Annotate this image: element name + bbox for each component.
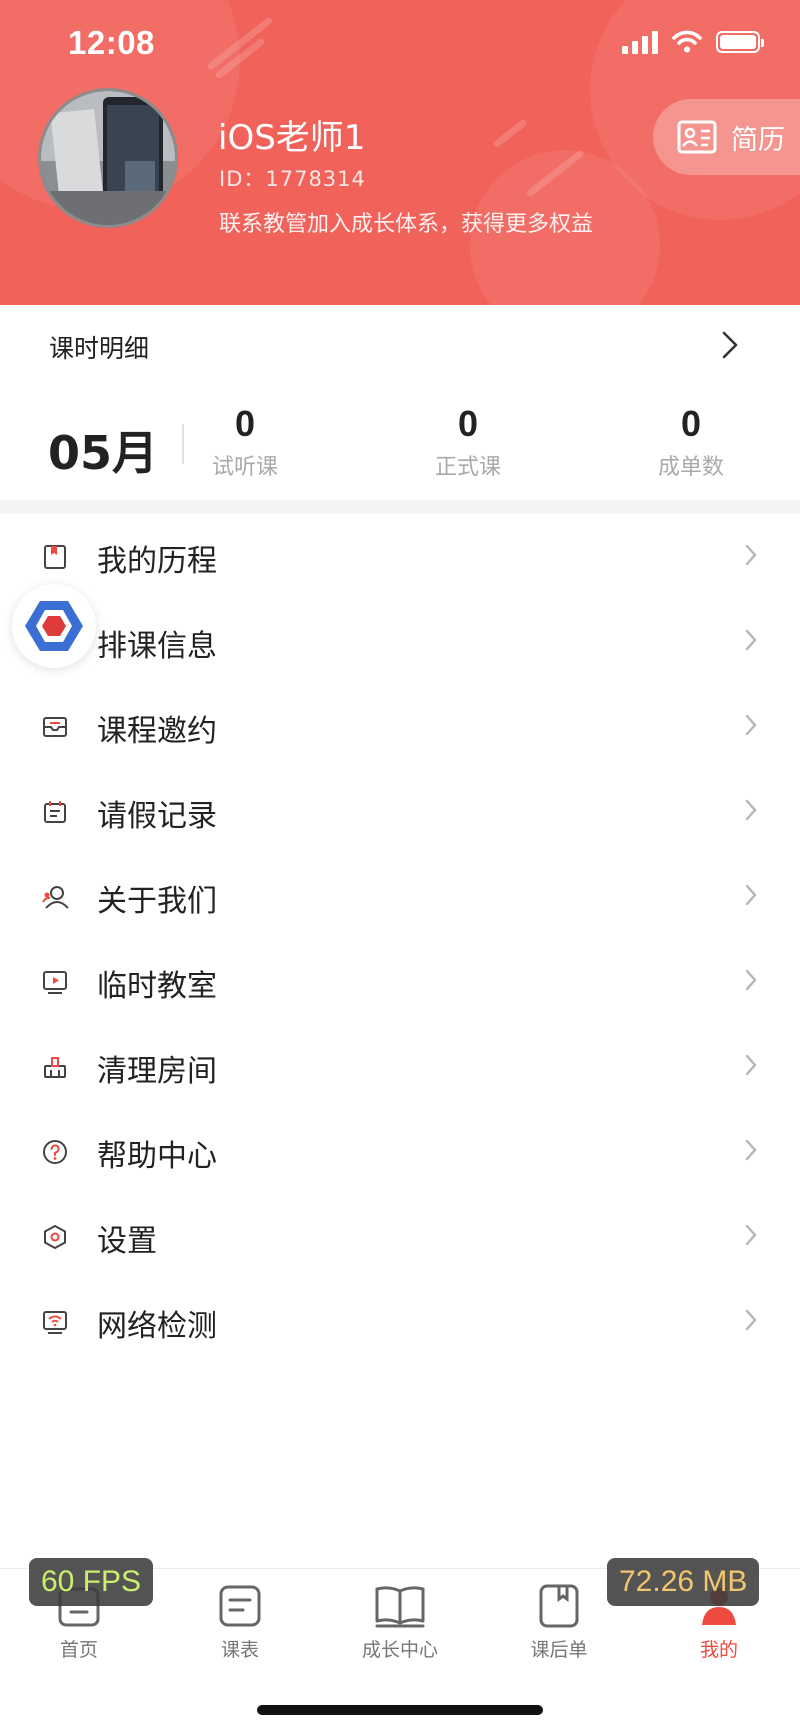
chevron-right-icon <box>745 969 757 991</box>
hexagon-logo-icon <box>25 601 83 651</box>
formal-class-label: 正式课 <box>434 455 501 480</box>
stats-month: 05月 <box>48 426 159 480</box>
network-monitor-icon <box>40 1307 70 1337</box>
menu-label: 清理房间 <box>97 1054 217 1089</box>
deals-label: 成单数 <box>657 455 724 480</box>
chevron-right-icon <box>745 714 757 736</box>
chevron-right-icon <box>745 1139 757 1161</box>
menu-label: 网络检测 <box>97 1309 217 1344</box>
menu-label: 关于我们 <box>97 884 217 919</box>
formal-class-count: 0 <box>457 403 479 444</box>
menu-label: 临时教室 <box>97 969 217 1004</box>
resume-card-icon <box>677 120 717 154</box>
menu-item-network-check[interactable]: 网络检测 <box>0 1279 800 1364</box>
menu-item-about-us[interactable]: 关于我们 <box>0 854 800 939</box>
help-icon <box>40 1137 70 1167</box>
growth-system-tip[interactable]: 联系教管加入成长体系，获得更多权益 <box>219 206 593 238</box>
tab-timetable[interactable]: 课表 <box>180 1583 300 1662</box>
chevron-right-icon <box>745 544 757 566</box>
menu-label: 请假记录 <box>97 799 217 834</box>
chevron-right-icon <box>745 799 757 821</box>
battery-icon <box>716 31 764 53</box>
chevron-right-icon <box>745 1309 757 1331</box>
menu-item-leave-records[interactable]: 请假记录 <box>0 769 800 854</box>
video-classroom-icon <box>40 967 70 997</box>
tab-growth-center[interactable]: 成长中心 <box>340 1583 460 1662</box>
menu-item-settings[interactable]: 设置 <box>0 1194 800 1279</box>
inbox-icon <box>40 712 70 742</box>
tab-label: 课表 <box>220 1639 259 1661</box>
trial-class-stat[interactable]: 0 试听课 <box>165 403 325 481</box>
users-icon <box>40 882 70 912</box>
timetable-icon <box>219 1585 261 1627</box>
menu-item-my-journey[interactable]: 我的历程 <box>0 514 800 599</box>
menu-item-schedule-info[interactable]: 排课信息 <box>0 599 800 684</box>
menu-label: 课程邀约 <box>97 714 217 749</box>
chevron-right-icon <box>745 1224 757 1246</box>
formal-class-stat[interactable]: 0 正式课 <box>388 403 548 481</box>
menu-item-help-center[interactable]: 帮助中心 <box>0 1109 800 1194</box>
section-divider <box>0 500 800 514</box>
fps-overlay: 60 FPS <box>29 1558 154 1606</box>
settings-hexagon-icon <box>40 1222 70 1252</box>
menu-item-clean-room[interactable]: 清理房间 <box>0 1024 800 1109</box>
trial-class-label: 试听课 <box>211 455 278 480</box>
profile-header: 12:08 iOS老师1 ID：1778314 联系教管加入成长体系，获得更多权… <box>0 0 800 305</box>
avatar-photo <box>41 91 175 225</box>
chevron-right-icon <box>745 884 757 906</box>
avatar[interactable] <box>38 88 178 228</box>
tab-homework[interactable]: 课后单 <box>499 1583 619 1662</box>
profile-menu: 我的历程 排课信息 课程邀约 请假记录 关于我们 临时教室 清理房间 帮助中心 … <box>0 514 800 1364</box>
floating-assistant-button[interactable] <box>12 584 96 668</box>
calendar-list-icon <box>40 797 70 827</box>
menu-label: 帮助中心 <box>97 1139 217 1174</box>
tab-label: 课后单 <box>530 1639 588 1661</box>
chevron-right-icon <box>745 629 757 651</box>
chevron-right-icon <box>722 331 738 359</box>
class-hours-detail-row[interactable]: 课时明细 <box>0 305 800 385</box>
broom-icon <box>40 1052 70 1082</box>
profile-name: iOS老师1 <box>218 118 366 158</box>
wifi-icon <box>672 30 702 53</box>
book-icon <box>40 542 70 572</box>
memory-overlay: 72.26 MB <box>607 1558 760 1606</box>
class-hours-card: 课时明细 05月 0 试听课 0 正式课 0 成单数 <box>0 305 800 500</box>
deals-count: 0 <box>680 403 702 444</box>
resume-button[interactable]: 简历 <box>653 99 800 175</box>
homework-icon <box>539 1584 579 1628</box>
resume-label: 简历 <box>731 124 785 156</box>
tab-label: 我的 <box>699 1639 738 1661</box>
home-indicator[interactable] <box>257 1705 543 1715</box>
profile-id: ID：1778314 <box>219 167 366 191</box>
menu-label: 设置 <box>97 1224 157 1259</box>
menu-item-temporary-classroom[interactable]: 临时教室 <box>0 939 800 1024</box>
tab-label: 首页 <box>59 1639 98 1661</box>
menu-label: 我的历程 <box>97 544 217 579</box>
status-time: 12:08 <box>68 24 155 61</box>
class-hours-detail-title: 课时明细 <box>49 334 150 363</box>
menu-item-course-invitation[interactable]: 课程邀约 <box>0 684 800 769</box>
open-book-icon <box>375 1586 425 1628</box>
profile-page: 12:08 iOS老师1 ID：1778314 联系教管加入成长体系，获得更多权… <box>0 0 800 1731</box>
cellular-signal-icon <box>622 30 658 54</box>
trial-class-count: 0 <box>234 403 256 444</box>
decor-streak <box>492 118 528 149</box>
chevron-right-icon <box>745 1054 757 1076</box>
menu-label: 排课信息 <box>97 629 217 664</box>
status-icons <box>622 30 764 54</box>
tab-label: 成长中心 <box>361 1639 438 1661</box>
deals-stat[interactable]: 0 成单数 <box>611 403 771 481</box>
